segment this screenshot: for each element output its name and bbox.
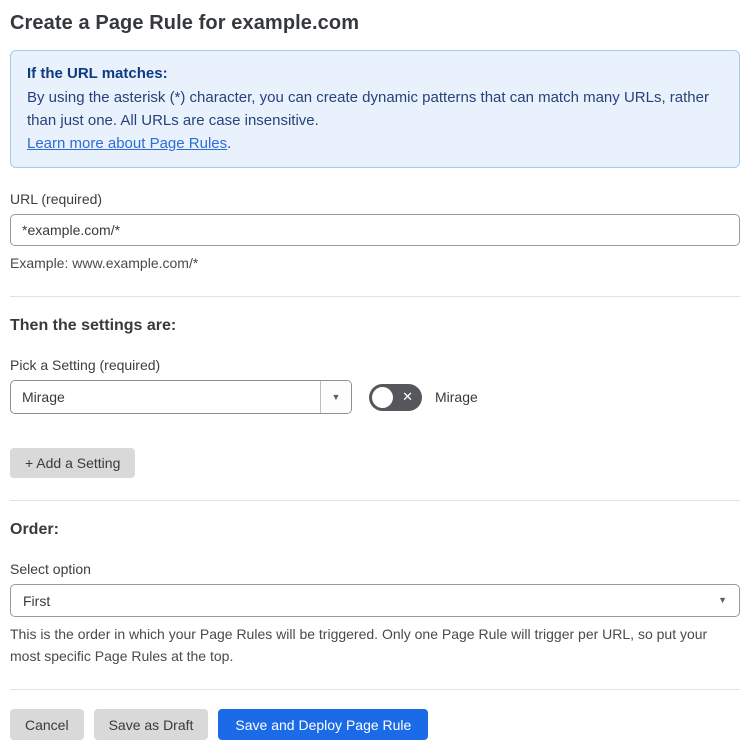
setting-select[interactable]: Mirage ▼: [10, 380, 352, 414]
toggle-knob: [372, 386, 393, 408]
setting-select-arrow-button[interactable]: ▼: [320, 381, 351, 413]
url-input[interactable]: [10, 214, 740, 246]
save-deploy-button[interactable]: Save and Deploy Page Rule: [218, 709, 429, 740]
link-suffix-period: .: [227, 135, 232, 152]
add-setting-button[interactable]: + Add a Setting: [10, 448, 136, 478]
mirage-toggle-label: Mirage: [435, 389, 478, 405]
cancel-button[interactable]: Cancel: [10, 709, 84, 740]
chevron-down-icon: ▼: [718, 595, 727, 605]
info-box-body: By using the asterisk (*) character, you…: [27, 89, 709, 129]
divider: [10, 296, 740, 297]
order-select-label: Select option: [10, 561, 91, 577]
url-helper-text: Example: www.example.com/*: [10, 255, 199, 271]
chevron-down-icon: ▼: [331, 391, 341, 402]
divider: [10, 689, 740, 690]
settings-section-heading: Then the settings are:: [10, 317, 177, 334]
url-label: URL (required): [10, 191, 103, 207]
create-page-rule-form: Create a Page Rule for example.com If th…: [0, 0, 750, 740]
learn-more-link[interactable]: Learn more about Page Rules: [27, 135, 227, 152]
order-select-value: First: [23, 592, 51, 609]
page-title: Create a Page Rule for example.com: [10, 12, 360, 34]
info-box-heading: If the URL matches:: [27, 65, 168, 82]
divider: [10, 500, 740, 501]
order-select[interactable]: First ▼: [10, 584, 740, 617]
save-draft-button[interactable]: Save as Draft: [93, 709, 209, 740]
setting-picker-label: Pick a Setting (required): [10, 357, 161, 373]
url-match-info-box: If the URL matches: By using the asteris…: [10, 50, 740, 168]
toggle-x-icon: ✕: [402, 389, 413, 405]
order-section-heading: Order:: [10, 521, 59, 538]
footer-actions: Cancel Save as Draft Save and Deploy Pag…: [10, 709, 740, 740]
info-box-link-line: Learn more about Page Rules.: [27, 132, 723, 155]
setting-select-value: Mirage: [22, 389, 65, 405]
order-helper-text: This is the order in which your Page Rul…: [10, 626, 708, 664]
mirage-toggle[interactable]: ✕: [369, 383, 422, 411]
setting-row: Mirage ▼ ✕ Mirage: [10, 380, 740, 414]
